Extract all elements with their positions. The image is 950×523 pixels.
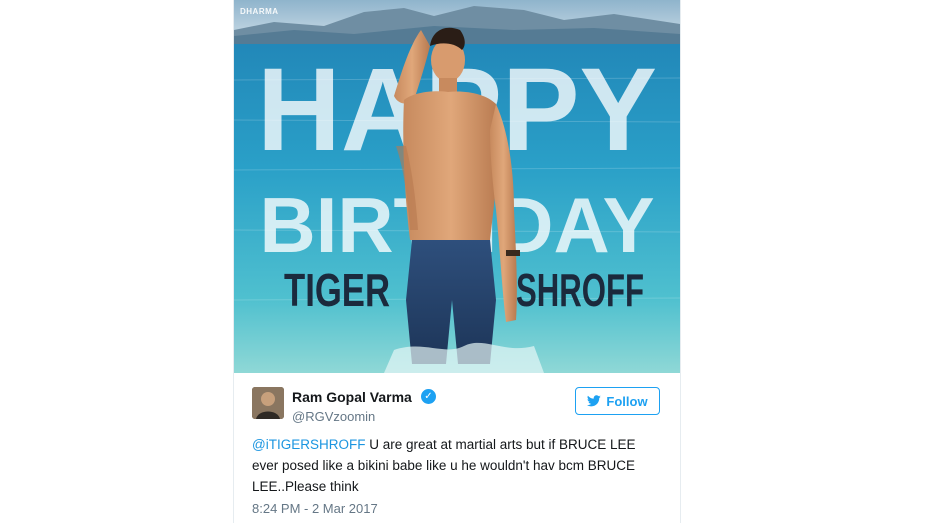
author-display-name[interactable]: Ram Gopal Varma xyxy=(292,389,412,405)
tweet-card: HAPPY BIRTHDAY TIGER SHROFF DHARMA xyxy=(233,0,681,523)
birthday-poster: HAPPY BIRTHDAY TIGER SHROFF xyxy=(234,0,680,373)
tweet-timestamp[interactable]: 8:24 PM - 2 Mar 2017 xyxy=(252,501,378,516)
avatar-image xyxy=(252,387,284,419)
verified-badge-icon: ✓ xyxy=(421,389,436,404)
tweet-body: Ram Gopal Varma ✓ @RGVzoomin Follow @iTI… xyxy=(234,374,680,523)
avatar[interactable] xyxy=(252,387,284,419)
name-shroff: SHROFF xyxy=(516,264,644,316)
twitter-bird-icon xyxy=(587,395,602,407)
mention-link[interactable]: @iTIGERSHROFF xyxy=(252,437,365,452)
follow-button-label: Follow xyxy=(606,393,648,409)
brand-watermark: DHARMA xyxy=(240,7,279,16)
author-handle[interactable]: @RGVzoomin xyxy=(292,409,375,424)
name-tiger: TIGER xyxy=(284,264,390,316)
follow-button[interactable]: Follow xyxy=(575,387,660,415)
tweet-media-image[interactable]: HAPPY BIRTHDAY TIGER SHROFF DHARMA xyxy=(234,0,680,373)
tweet-text: @iTIGERSHROFF U are great at martial art… xyxy=(252,434,662,497)
